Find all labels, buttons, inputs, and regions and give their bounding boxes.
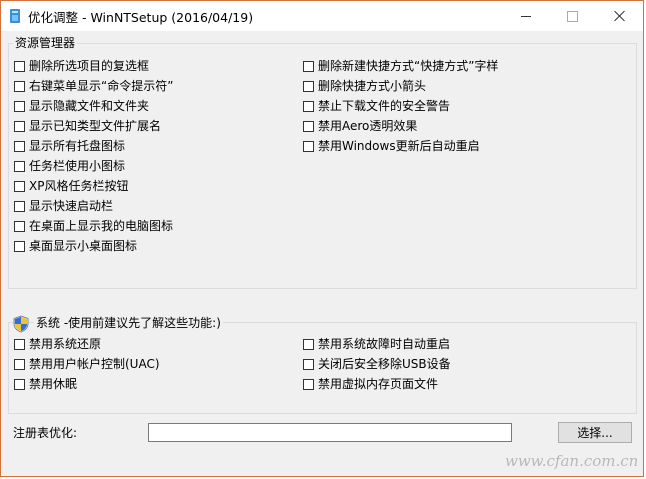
option-label: 禁用Aero透明效果: [318, 119, 418, 133]
option-label: 显示所有托盘图标: [29, 139, 126, 153]
checkbox[interactable]: [303, 120, 314, 132]
checkbox[interactable]: [303, 100, 314, 112]
option-label: 关闭后安全移除USB设备: [318, 357, 451, 371]
system-group-legend: 系统 -使用前建议先了解这些功能:): [34, 314, 223, 331]
system-option-disable-restore[interactable]: 禁用系统还原: [14, 335, 101, 353]
checkbox[interactable]: [14, 378, 25, 390]
explorer-option-remove-checkboxes[interactable]: 删除所选项目的复选框: [14, 57, 149, 75]
option-label: XP风格任务栏按钮: [29, 179, 129, 193]
option-label: 任务栏使用小图标: [29, 159, 126, 173]
browse-button[interactable]: 选择...: [558, 422, 632, 443]
close-button[interactable]: [597, 1, 643, 31]
option-label: 显示已知类型文件扩展名: [29, 119, 162, 133]
explorer-option-my-computer-icon[interactable]: 在桌面上显示我的电脑图标: [14, 217, 173, 235]
checkbox[interactable]: [14, 160, 25, 172]
minimize-icon: [521, 15, 531, 17]
minimize-button[interactable]: [503, 1, 549, 31]
checkbox[interactable]: [303, 358, 314, 370]
explorer-option-disable-download-warning[interactable]: 禁止下载文件的安全警告: [303, 97, 450, 115]
checkbox[interactable]: [303, 140, 314, 152]
system-option-disable-hibernate[interactable]: 禁用休眠: [14, 375, 77, 393]
checkbox[interactable]: [14, 240, 25, 252]
maximize-icon: [566, 10, 578, 22]
option-label: 禁用Windows更新后自动重启: [318, 139, 480, 153]
explorer-option-remove-shortcut-arrow[interactable]: 删除快捷方式小箭头: [303, 77, 426, 95]
option-label: 禁用系统故障时自动重启: [318, 337, 451, 351]
checkbox[interactable]: [14, 100, 25, 112]
close-icon: [614, 10, 626, 22]
option-label: 禁用虚拟内存页面文件: [318, 377, 439, 391]
explorer-option-show-extensions[interactable]: 显示已知类型文件扩展名: [14, 117, 161, 135]
system-option-disable-uac[interactable]: 禁用用户帐户控制(UAC): [14, 355, 160, 373]
watermark: www.cfan.com.cn: [505, 452, 639, 470]
option-label: 右键菜单显示“命令提示符”: [29, 79, 174, 93]
checkbox[interactable]: [14, 60, 25, 72]
explorer-option-context-cmd[interactable]: 右键菜单显示“命令提示符”: [14, 77, 173, 95]
checkbox[interactable]: [14, 200, 25, 212]
registry-file-input[interactable]: [148, 423, 512, 442]
checkbox[interactable]: [14, 358, 25, 370]
option-label: 显示快速启动栏: [29, 199, 114, 213]
uac-shield-icon: [13, 315, 29, 333]
option-label: 桌面显示小桌面图标: [29, 239, 138, 253]
explorer-option-disable-aero[interactable]: 禁用Aero透明效果: [303, 117, 417, 135]
system-option-disable-auto-restart[interactable]: 禁用系统故障时自动重启: [303, 335, 450, 353]
checkbox[interactable]: [303, 60, 314, 72]
checkbox[interactable]: [303, 338, 314, 350]
explorer-option-disable-update-restart[interactable]: 禁用Windows更新后自动重启: [303, 137, 480, 155]
checkbox[interactable]: [14, 80, 25, 92]
checkbox[interactable]: [14, 338, 25, 350]
title-bar[interactable]: 优化调整 - WinNTSetup (2016/04/19): [1, 1, 643, 31]
explorer-option-remove-shortcut-text[interactable]: 删除新建快捷方式“快捷方式”字样: [303, 57, 498, 75]
explorer-option-small-taskbar-icons[interactable]: 任务栏使用小图标: [14, 157, 125, 175]
option-label: 禁用系统还原: [29, 337, 102, 351]
system-option-disable-pagefile[interactable]: 禁用虚拟内存页面文件: [303, 375, 438, 393]
checkbox[interactable]: [303, 80, 314, 92]
explorer-option-small-desktop-icons[interactable]: 桌面显示小桌面图标: [14, 237, 137, 255]
explorer-group-legend: 资源管理器: [13, 34, 78, 51]
option-label: 禁用用户帐户控制(UAC): [29, 357, 160, 371]
checkbox[interactable]: [14, 120, 25, 132]
option-label: 删除新建快捷方式“快捷方式”字样: [318, 59, 499, 73]
app-icon: [10, 9, 20, 23]
maximize-button[interactable]: [549, 1, 595, 31]
checkbox[interactable]: [303, 378, 314, 390]
explorer-option-quick-launch[interactable]: 显示快速启动栏: [14, 197, 113, 215]
system-option-safe-remove-usb[interactable]: 关闭后安全移除USB设备: [303, 355, 451, 373]
registry-label: 注册表优化:: [13, 426, 78, 440]
option-label: 禁止下载文件的安全警告: [318, 99, 451, 113]
option-label: 删除快捷方式小箭头: [318, 79, 427, 93]
option-label: 删除所选项目的复选框: [29, 59, 150, 73]
explorer-option-show-hidden[interactable]: 显示隐藏文件和文件夹: [14, 97, 149, 115]
checkbox[interactable]: [14, 140, 25, 152]
checkbox[interactable]: [14, 180, 25, 192]
explorer-option-xp-taskbar[interactable]: XP风格任务栏按钮: [14, 177, 128, 195]
explorer-option-tray-icons[interactable]: 显示所有托盘图标: [14, 137, 125, 155]
window-title: 优化调整 - WinNTSetup (2016/04/19): [28, 10, 254, 25]
option-label: 显示隐藏文件和文件夹: [29, 99, 150, 113]
option-label: 在桌面上显示我的电脑图标: [29, 219, 174, 233]
checkbox[interactable]: [14, 220, 25, 232]
option-label: 禁用休眠: [29, 377, 78, 391]
